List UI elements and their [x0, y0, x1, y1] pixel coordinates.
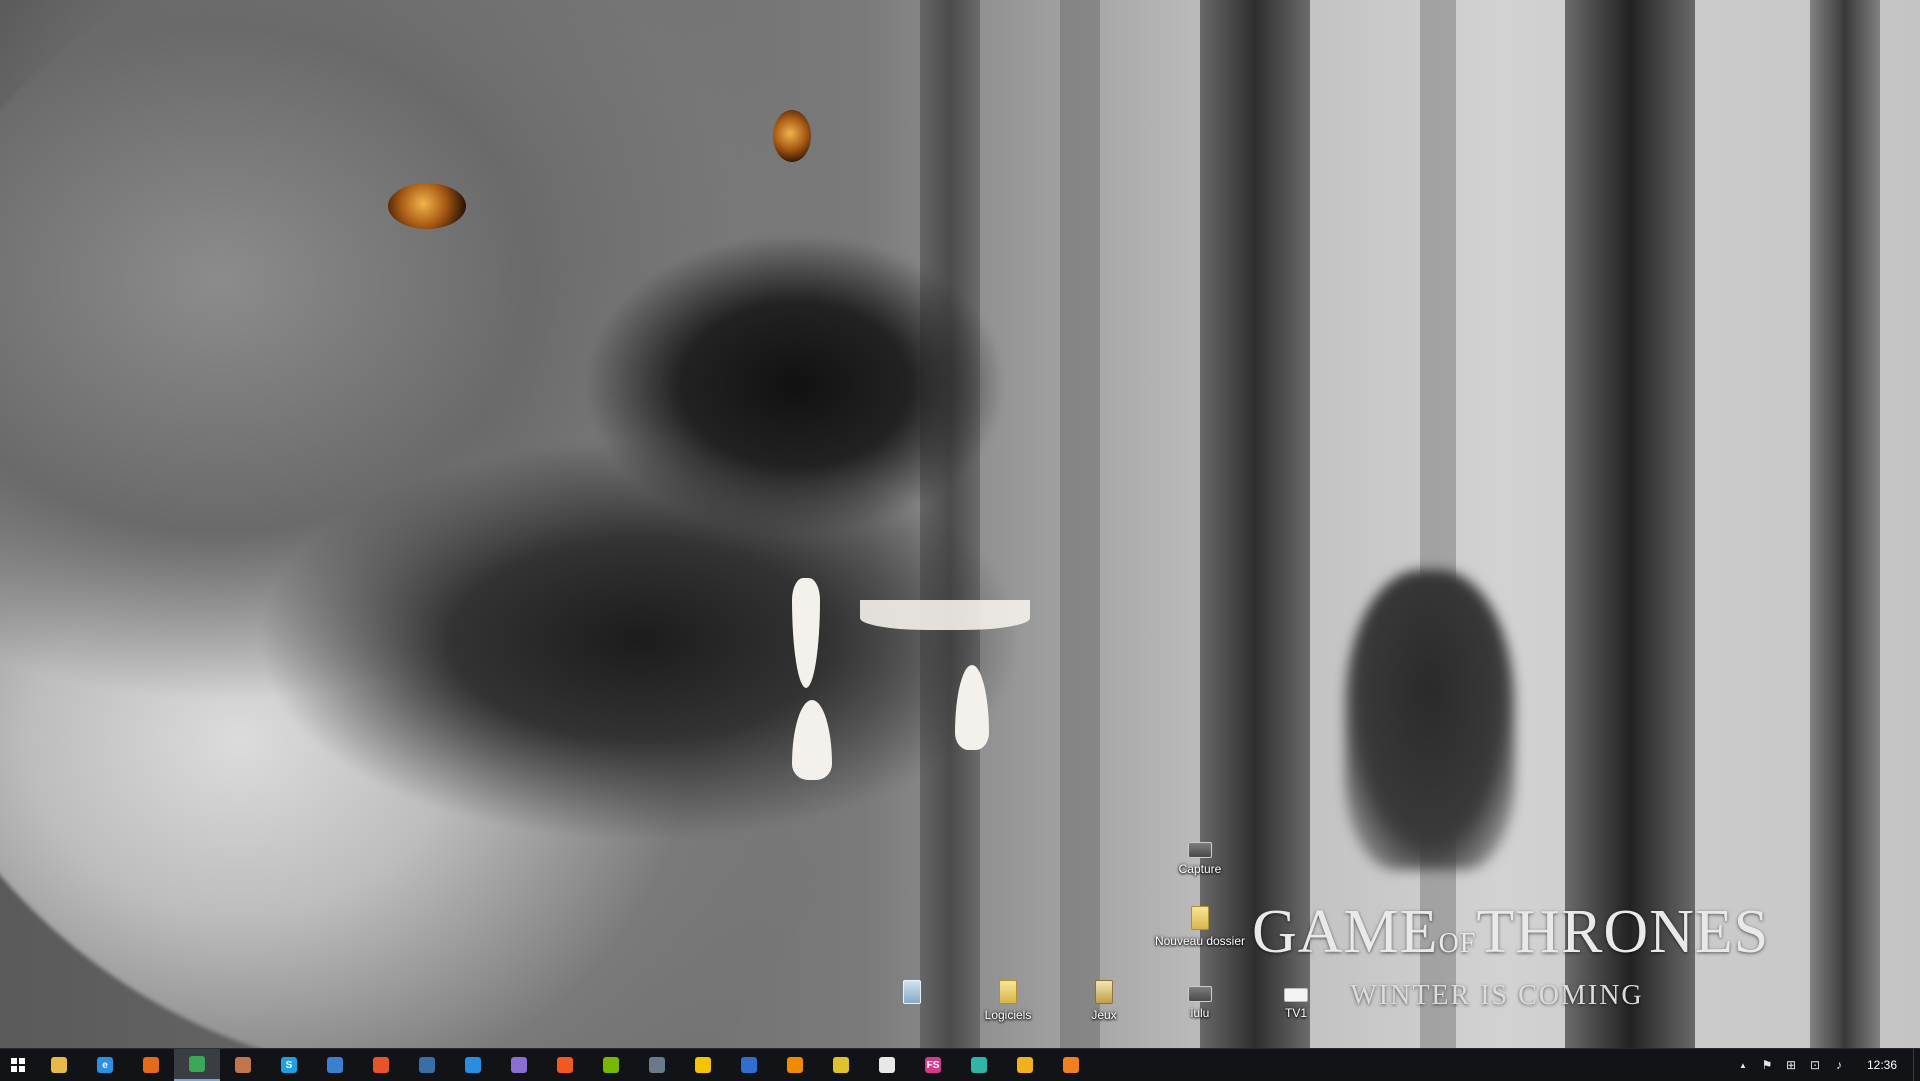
start-button[interactable]	[0, 1049, 36, 1081]
taskbar-app-button[interactable]	[772, 1049, 818, 1081]
taskbar-app-button[interactable]	[956, 1049, 1002, 1081]
taskbar-app-button[interactable]	[174, 1049, 220, 1081]
taskbar-app-button[interactable]	[404, 1049, 450, 1081]
desktop-icon-logiciels[interactable]: Logiciels	[960, 980, 1056, 1022]
folder-icon	[1191, 906, 1209, 930]
nvidia-icon	[603, 1057, 619, 1073]
wolf-teeth-row	[860, 600, 1030, 630]
wallpaper-tree	[1810, 0, 1880, 1048]
desktop-icon-label: Jeux	[1091, 1008, 1117, 1022]
taskbar-app-button[interactable]: S	[266, 1049, 312, 1081]
desktop-icon-label: Logiciels	[984, 1008, 1032, 1022]
recycle-bin-icon	[903, 980, 921, 1004]
logo-title: GAMEOFTHRONES	[1252, 898, 1770, 966]
clock[interactable]: 12:36	[1851, 1058, 1913, 1072]
origin-icon	[557, 1057, 573, 1073]
wallpaper-tree	[1060, 0, 1100, 1048]
chrome-icon	[189, 1056, 205, 1072]
taskbar-app-button[interactable]	[864, 1049, 910, 1081]
app-yellow-icon	[1017, 1057, 1033, 1073]
taskbar-app-button[interactable]: FS	[910, 1049, 956, 1081]
desktop-icon-nouveau-dossier[interactable]: Nouveau dossier	[1152, 906, 1248, 948]
taskbar-app-button[interactable]	[1048, 1049, 1094, 1081]
taskbar-app-button[interactable]	[588, 1049, 634, 1081]
game-folder-icon	[1095, 980, 1113, 1004]
windows-logo-icon	[11, 1058, 25, 1072]
wallpaper-tree	[1420, 0, 1456, 1048]
taskbar-app-button[interactable]	[818, 1049, 864, 1081]
photos-icon	[833, 1057, 849, 1073]
taskbar-app-button[interactable]	[220, 1049, 266, 1081]
norton-icon	[695, 1057, 711, 1073]
desktop-icon-tv1[interactable]: TV1	[1248, 980, 1344, 1020]
show-hidden-icons-chevron-icon[interactable]: ▲	[1731, 1049, 1755, 1081]
taskbar-app-button[interactable]	[128, 1049, 174, 1081]
taskbar-app-button[interactable]: e	[82, 1049, 128, 1081]
action-center-flag-icon[interactable]: ⚑	[1755, 1049, 1779, 1081]
desktop-icon-label: Capture	[1178, 862, 1222, 876]
taskbar-app-button[interactable]	[680, 1049, 726, 1081]
paint-icon	[235, 1057, 251, 1073]
app-orange2-icon	[1063, 1057, 1079, 1073]
media-icon	[649, 1057, 665, 1073]
taskbar: e S FS ▲ ⚑ ⊞ ⊡ ♪ 12:36	[0, 1048, 1920, 1081]
app-teal-icon	[971, 1057, 987, 1073]
taskbar-pinned-apps: e S FS	[36, 1049, 1094, 1081]
fs-icon: FS	[925, 1057, 941, 1073]
taskbar-app-button[interactable]	[1002, 1049, 1048, 1081]
desktop-icon-label: TV1	[1284, 1006, 1307, 1020]
wallpaper-tree	[1200, 0, 1310, 1048]
show-desktop-button[interactable]	[1913, 1049, 1920, 1081]
uplay-icon	[465, 1057, 481, 1073]
windows-update-icon[interactable]: ⊞	[1779, 1049, 1803, 1081]
desktop-icon-recycle-bin[interactable]	[864, 980, 960, 1008]
taskbar-app-button[interactable]	[36, 1049, 82, 1081]
taskbar-app-button[interactable]	[312, 1049, 358, 1081]
taskbar-app-button[interactable]	[358, 1049, 404, 1081]
app-purple-icon	[511, 1057, 527, 1073]
desktop-icon-label: iulu	[1190, 1006, 1210, 1020]
background-wolf	[1345, 570, 1515, 870]
desktop-icon-label: Nouveau dossier	[1154, 934, 1246, 948]
desktop-wallpaper: GAMEOFTHRONES WINTER IS COMING	[0, 0, 1920, 1048]
skype-icon: S	[281, 1057, 297, 1073]
firefox-icon	[143, 1057, 159, 1073]
network-icon[interactable]: ⊡	[1803, 1049, 1827, 1081]
steam-icon	[419, 1057, 435, 1073]
white-file-icon	[1284, 988, 1308, 1002]
volume-icon[interactable]: ♪	[1827, 1049, 1851, 1081]
document-icon	[879, 1057, 895, 1073]
globe-icon	[741, 1057, 757, 1073]
wallpaper-tree	[1565, 0, 1695, 1048]
taskbar-app-button[interactable]	[726, 1049, 772, 1081]
wolf-eye	[773, 110, 811, 162]
folder-icon	[999, 980, 1017, 1004]
camera-icon	[1188, 842, 1212, 858]
app-blue-icon	[327, 1057, 343, 1073]
app-orange-icon	[373, 1057, 389, 1073]
wolf-head	[0, 0, 1040, 1048]
taskbar-app-button[interactable]	[496, 1049, 542, 1081]
internet-explorer-icon: e	[97, 1057, 113, 1073]
desktop-icon-jeux[interactable]: Jeux	[1056, 980, 1152, 1022]
desktop-icon-capture[interactable]: Capture	[1152, 836, 1248, 876]
system-tray: ▲ ⚑ ⊞ ⊡ ♪ 12:36	[1731, 1049, 1920, 1081]
taskbar-app-button[interactable]	[634, 1049, 680, 1081]
taskbar-app-button[interactable]	[450, 1049, 496, 1081]
taskbar-app-button[interactable]	[542, 1049, 588, 1081]
wolf-eye	[388, 183, 466, 229]
file-explorer-icon	[51, 1057, 67, 1073]
desktop-icon-iulu[interactable]: iulu	[1152, 980, 1248, 1020]
vlc-icon	[787, 1057, 803, 1073]
camera-icon	[1188, 986, 1212, 1002]
